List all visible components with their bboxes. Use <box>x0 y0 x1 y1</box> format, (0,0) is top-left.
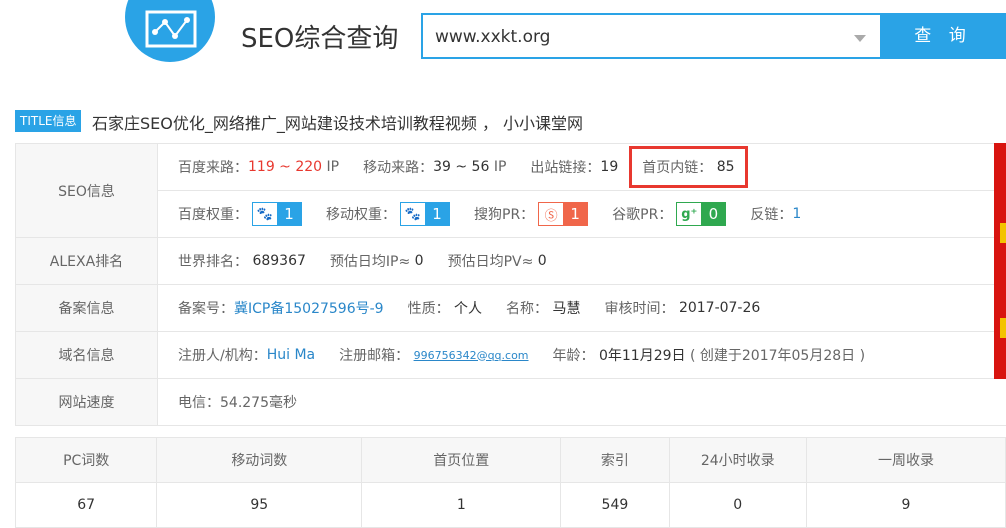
sogou-pr-value: 1 <box>563 203 588 225</box>
keyword-stats-table: PC词数 移动词数 首页位置 索引 24小时收录 一周收录 67 95 1 549 0 9 <box>14 437 1006 528</box>
mobile-weight-label: 移动权重： <box>326 207 396 223</box>
seo-info-label: SEO信息 <box>15 144 158 237</box>
nature-value: 个人 <box>454 301 483 317</box>
domain-row: 域名信息 注册人/机构： Hui Ma 注册邮箱： 996756342@qq.co… <box>15 332 1006 379</box>
created-date: ( 创建于2017年05月28日 ) <box>689 348 866 364</box>
dropdown-caret-icon[interactable] <box>854 35 866 42</box>
table-header-cell: 索引 <box>560 437 670 483</box>
name-value: 马慧 <box>552 301 581 317</box>
table-header-cell: 一周收录 <box>805 437 1006 483</box>
internal-links-label: 首页内链： <box>642 160 713 176</box>
est-ip-value: 0 <box>414 253 424 269</box>
baidu-weight-label: 百度权重： <box>178 207 248 223</box>
baidu-paw-icon: 🐾 <box>401 203 425 225</box>
logo <box>125 0 215 62</box>
registrant-link[interactable]: Hui Ma <box>267 347 315 363</box>
icp-no-label: 备案号： <box>178 301 234 317</box>
age-value: 0年11月29日 <box>598 348 686 364</box>
seo-info-row: SEO信息 百度来路： 119 ~ 220 IP 移动来路： 39 ~ 56 I… <box>15 144 1006 238</box>
mobile-traffic-value[interactable]: 39 ~ 56 <box>433 159 489 175</box>
nature-label: 性质： <box>407 301 450 317</box>
email-link[interactable]: 996756342@qq.com <box>414 349 529 362</box>
seo-info-panel: SEO信息 百度来路： 119 ~ 220 IP 移动来路： 39 ~ 56 I… <box>15 143 1006 426</box>
est-ip-label: 预估日均IP≈ <box>329 254 411 270</box>
backlinks-value[interactable]: 1 <box>792 206 801 222</box>
table-row: 67 95 1 549 0 9 <box>14 482 1006 528</box>
table-cell: 95 <box>156 482 363 528</box>
internal-links-value[interactable]: 85 <box>717 159 735 175</box>
side-ad-strip[interactable] <box>994 143 1006 379</box>
page-title-text: 石家庄SEO优化_网络推广_网站建设技术培训教程视频 ， 小小课堂网 <box>92 114 584 133</box>
mobile-weight-badge[interactable]: 🐾 1 <box>400 202 450 226</box>
chart-screen-icon <box>145 10 197 48</box>
est-pv-label: 预估日均PV≈ <box>447 254 534 270</box>
table-header-cell: 24小时收录 <box>668 437 807 483</box>
table-cell: 9 <box>805 482 1006 528</box>
baidu-paw-icon: 🐾 <box>253 203 277 225</box>
app-title: SEO综合查询 <box>241 24 399 54</box>
icp-row: 备案信息 备案号： 冀ICP备15027596号-9 性质： 个人 名称： 马慧 … <box>15 285 1006 332</box>
mobile-traffic-label: 移动来路： <box>363 160 434 176</box>
audit-date-value: 2017-07-26 <box>678 300 761 316</box>
baidu-traffic-value[interactable]: 119 ~ 220 <box>248 159 322 175</box>
alexa-label: ALEXA排名 <box>15 238 158 284</box>
search-input[interactable]: www.xxkt.org <box>421 13 880 59</box>
google-pr-value: 0 <box>701 203 726 225</box>
table-cell: 1 <box>361 482 562 528</box>
speed-label: 网站速度 <box>15 379 158 425</box>
table-header-row: PC词数 移动词数 首页位置 索引 24小时收录 一周收录 <box>14 437 1006 483</box>
speed-row: 网站速度 电信：54.275毫秒 <box>15 379 1006 426</box>
audit-date-label: 审核时间： <box>604 301 675 317</box>
table-header-cell: 移动词数 <box>156 437 363 483</box>
table-header-cell: 首页位置 <box>361 437 562 483</box>
google-pr-badge[interactable]: g⁺ 0 <box>676 202 727 226</box>
title-badge: TITLE信息 <box>15 110 82 132</box>
table-cell: 549 <box>560 482 670 528</box>
domain-label: 域名信息 <box>15 332 158 378</box>
est-pv-value: 0 <box>537 253 547 269</box>
table-cell: 67 <box>14 482 158 528</box>
alexa-row: ALEXA排名 世界排名： 689367 预估日均IP≈ 0 预估日均PV≈ 0 <box>15 238 1006 285</box>
outbound-links-value[interactable]: 19 <box>600 159 618 175</box>
baidu-weight-value: 1 <box>277 203 301 225</box>
mobile-traffic-unit: IP <box>493 159 507 175</box>
speed-value: 电信：54.275毫秒 <box>178 395 297 411</box>
sogou-pr-badge[interactable]: Ⓢ 1 <box>538 202 589 226</box>
baidu-traffic-label: 百度来路： <box>178 160 248 176</box>
search-button[interactable]: 查 询 <box>880 13 1006 59</box>
outbound-links-label: 出站链接： <box>530 160 601 176</box>
search-input-value[interactable]: www.xxkt.org <box>435 27 550 47</box>
backlinks-label: 反链： <box>750 207 793 223</box>
sogou-pr-label: 搜狗PR： <box>474 207 535 223</box>
table-cell: 0 <box>668 482 807 528</box>
icp-label: 备案信息 <box>15 285 158 331</box>
mobile-weight-value: 1 <box>425 203 449 225</box>
world-rank-label: 世界排名： <box>178 254 248 270</box>
google-plus-icon: g⁺ <box>677 203 702 225</box>
world-rank-value: 689367 <box>252 253 306 269</box>
internal-links-highlight: 首页内链： 85 <box>629 146 748 188</box>
email-label: 注册邮箱： <box>339 348 410 364</box>
baidu-traffic-unit: IP <box>326 159 340 175</box>
google-pr-label: 谷歌PR： <box>612 207 673 223</box>
sogou-icon: Ⓢ <box>539 203 564 225</box>
age-label: 年龄： <box>552 348 595 364</box>
icp-no-link[interactable]: 冀ICP备15027596号-9 <box>234 298 384 318</box>
registrant-label: 注册人/机构： <box>178 348 267 364</box>
baidu-weight-badge[interactable]: 🐾 1 <box>252 202 302 226</box>
name-label: 名称： <box>506 301 549 317</box>
table-header-cell: PC词数 <box>14 437 158 483</box>
